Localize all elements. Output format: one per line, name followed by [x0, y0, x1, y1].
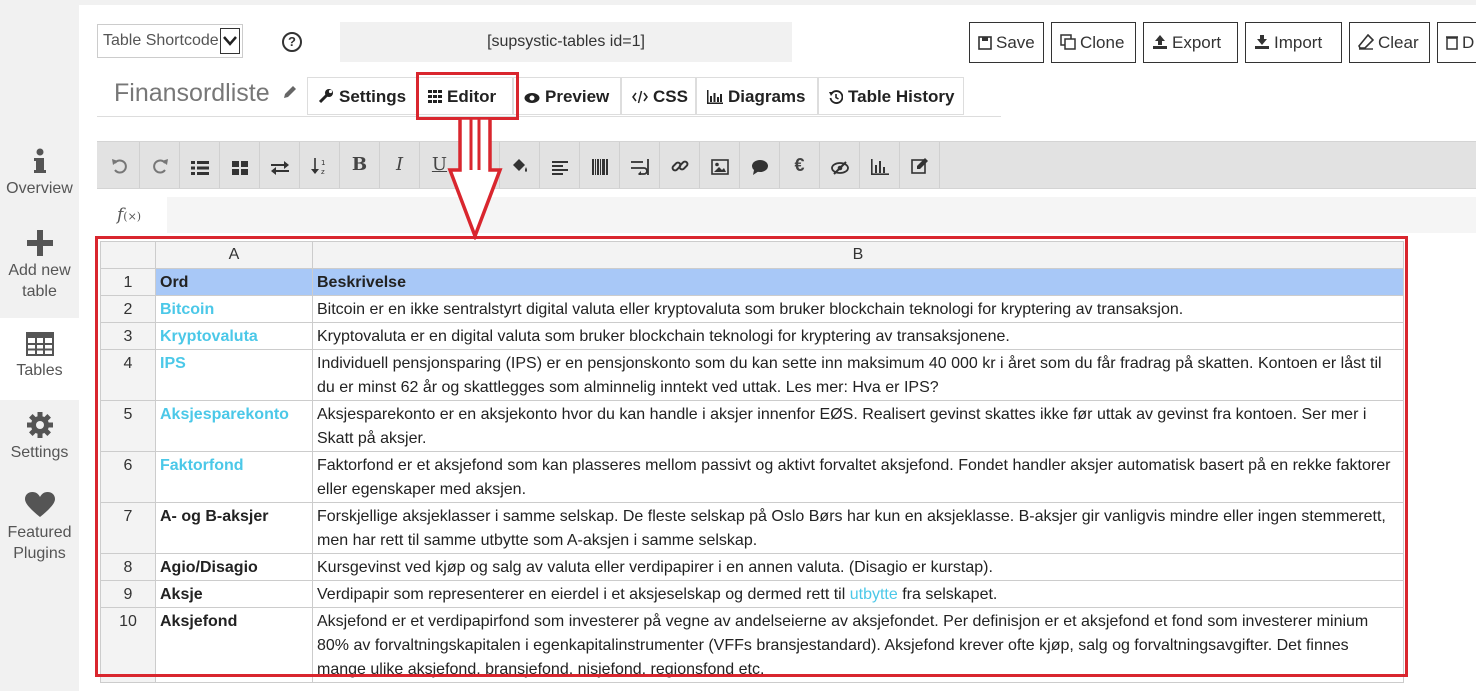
grid-highlight-box [95, 236, 1408, 677]
delete-label: D [1462, 33, 1475, 52]
clone-icon [1060, 34, 1076, 50]
sidebar-item-add-new-table[interactable]: Add new table [0, 230, 79, 302]
bar-chart-icon [707, 90, 723, 104]
import-label: Import [1274, 33, 1323, 52]
import-button[interactable]: Import [1245, 22, 1342, 63]
clear-button[interactable]: Clear [1349, 22, 1430, 63]
editor-highlight-box [416, 72, 519, 120]
sidebar-item-label: Featured Plugins [7, 524, 72, 562]
clear-label: Clear [1378, 33, 1419, 52]
sort-icon[interactable]: 1z [300, 142, 340, 188]
sidebar-item-overview[interactable]: Overview [0, 148, 79, 199]
chart-icon[interactable] [860, 142, 900, 188]
eye-icon [524, 93, 540, 103]
formula-input[interactable] [167, 197, 1476, 233]
wrench-icon [318, 89, 333, 104]
exchange-icon[interactable] [260, 142, 300, 188]
sidebar: Overview Add new table Tables Settings F… [0, 0, 79, 691]
code-icon [632, 90, 648, 104]
word-wrap-icon[interactable] [620, 142, 660, 188]
function-icon[interactable]: f(×) [117, 205, 141, 225]
tab-label: Settings [339, 87, 407, 106]
image-icon[interactable] [700, 142, 740, 188]
link-icon[interactable] [660, 142, 700, 188]
trash-icon [1446, 36, 1458, 50]
page-title: Finansordliste [114, 79, 270, 107]
top-strip [79, 0, 1476, 5]
sidebar-item-label: Overview [6, 180, 73, 197]
clone-label: Clone [1080, 33, 1125, 52]
sidebar-item-label: Tables [16, 362, 63, 379]
clone-button[interactable]: Clone [1051, 22, 1136, 63]
svg-text:1: 1 [321, 159, 325, 167]
export-label: Export [1172, 33, 1222, 52]
edit-icon[interactable] [900, 142, 940, 188]
euro-icon[interactable]: € [780, 142, 820, 188]
bold-icon[interactable]: B [340, 142, 380, 188]
tab-label: Diagrams [728, 87, 806, 106]
delete-button[interactable]: D [1437, 22, 1476, 63]
save-label: Save [996, 33, 1035, 52]
italic-icon[interactable]: I [380, 142, 420, 188]
comment-icon[interactable] [740, 142, 780, 188]
sidebar-item-settings[interactable]: Settings [0, 412, 79, 463]
redo-icon[interactable] [140, 142, 180, 188]
eraser-icon [1358, 33, 1375, 50]
barcode-icon[interactable] [580, 142, 620, 188]
export-button[interactable]: Export [1143, 22, 1238, 63]
tab-preview[interactable]: Preview [513, 77, 621, 115]
floppy-icon [978, 36, 992, 50]
history-icon [829, 90, 844, 104]
chevron-down-icon [220, 28, 240, 54]
tab-css[interactable]: CSS [621, 77, 696, 115]
tab-label: CSS [653, 87, 688, 106]
sidebar-item-label: Add new table [8, 262, 71, 300]
shortcode-display[interactable]: [supsystic-tables id=1] [340, 22, 792, 62]
info-icon [33, 148, 46, 173]
editor-toolbar: 1z B I U A € [97, 141, 1476, 189]
undo-icon[interactable] [100, 142, 140, 188]
list-icon[interactable] [180, 142, 220, 188]
download-icon [1255, 35, 1269, 49]
sidebar-item-label: Settings [10, 444, 69, 461]
eye-slash-icon[interactable] [820, 142, 860, 188]
tabs-divider [97, 116, 1001, 117]
plus-icon [26, 230, 53, 256]
pencil-icon[interactable] [283, 85, 297, 99]
tab-label: Preview [545, 87, 610, 106]
save-button[interactable]: Save [969, 22, 1044, 63]
tab-table-history[interactable]: Table History [818, 77, 964, 115]
select-value: Table Shortcode [103, 32, 219, 49]
align-left-icon[interactable] [540, 142, 580, 188]
upload-icon [1153, 35, 1167, 49]
heart-icon [24, 492, 55, 517]
shortcode-type-select[interactable]: Table Shortcode [97, 24, 243, 58]
help-icon[interactable]: ? [282, 32, 302, 52]
svg-text:z: z [321, 168, 325, 175]
sidebar-item-tables[interactable]: Tables [0, 318, 79, 400]
annotation-arrow [447, 118, 503, 240]
tab-label: Table History [848, 87, 955, 106]
tab-settings[interactable]: Settings [307, 77, 417, 115]
sidebar-item-featured-plugins[interactable]: Featured Plugins [0, 492, 79, 564]
th-large-icon[interactable] [220, 142, 260, 188]
table-icon [25, 332, 54, 356]
tab-diagrams[interactable]: Diagrams [696, 77, 818, 115]
gear-icon [26, 412, 53, 438]
